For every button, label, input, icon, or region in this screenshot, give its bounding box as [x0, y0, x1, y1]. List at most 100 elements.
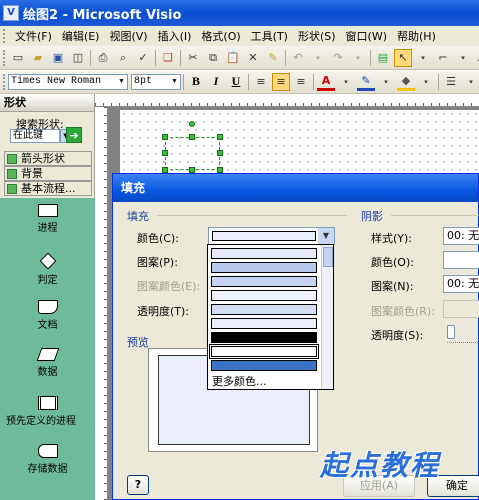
dropdown-arrow-icon[interactable]: ▾: [454, 49, 472, 67]
toolbar-grip[interactable]: [3, 29, 7, 43]
connector-tool-icon[interactable]: ⌐: [434, 49, 452, 67]
redo-icon[interactable]: ↷: [329, 49, 347, 67]
shape-process[interactable]: 进程: [0, 204, 95, 234]
toolbar-grip[interactable]: [3, 73, 5, 90]
selection-handle[interactable]: [217, 134, 223, 140]
dropdown-arrow-icon[interactable]: ▾: [309, 49, 327, 67]
dropdown-arrow-icon[interactable]: ▾: [349, 49, 367, 67]
save-icon[interactable]: ▣: [49, 49, 67, 67]
dropdown-arrow-icon[interactable]: ▾: [414, 49, 432, 67]
color-swatch[interactable]: [211, 276, 317, 287]
menu-insert[interactable]: 插入(I): [153, 28, 197, 44]
menu-view[interactable]: 视图(V): [104, 28, 152, 44]
align-right-icon[interactable]: ≡: [292, 73, 310, 91]
font-color-icon[interactable]: A: [317, 73, 335, 91]
search-scope-input[interactable]: 在此键: [10, 129, 60, 143]
copy-icon[interactable]: ⧉: [204, 49, 222, 67]
selection-handle[interactable]: [217, 150, 223, 156]
shape-document[interactable]: 文档: [0, 300, 95, 331]
bold-button[interactable]: B: [187, 73, 205, 91]
print-icon[interactable]: ⎙: [94, 49, 112, 67]
align-left-icon[interactable]: ≡: [252, 73, 270, 91]
chevron-down-icon[interactable]: ▼: [116, 75, 127, 89]
selected-color-swatch: [212, 231, 316, 241]
color-swatch[interactable]: [211, 248, 317, 259]
font-name-combo[interactable]: Times New Roman ▼: [8, 73, 128, 90]
shape-data[interactable]: 数据: [0, 348, 95, 378]
color-swatch[interactable]: [211, 262, 317, 273]
line-weight-icon[interactable]: ☰: [442, 73, 460, 91]
chevron-down-icon[interactable]: ▼: [169, 75, 180, 89]
color-swatch[interactable]: [209, 344, 319, 359]
toolbar-grip[interactable]: [3, 49, 5, 66]
stencil-icon: [7, 169, 17, 179]
stencil-label: 箭头形状: [21, 152, 65, 165]
more-colors-option[interactable]: 更多颜色...: [210, 375, 318, 388]
research-icon[interactable]: ❏: [159, 49, 177, 67]
search-go-button[interactable]: ➔: [66, 127, 82, 143]
print-preview-icon[interactable]: ⌕: [114, 49, 132, 67]
standard-toolbar: ▭ ▰ ▣ ◫ ⎙ ⌕ ✓ ❏ ✂ ⧉ 📋 ✕ ✎ ↶ ▾ ↷ ▾ ▤ ↖ ▾ …: [0, 46, 479, 70]
color-list-scrollbar[interactable]: [321, 245, 333, 389]
format-painter-icon[interactable]: ✎: [264, 49, 282, 67]
align-center-icon[interactable]: ≡: [272, 72, 290, 91]
shadow-style-dropdown[interactable]: 00: 无: [443, 227, 479, 245]
menu-window[interactable]: 窗口(W): [341, 28, 392, 44]
shapes-window-icon[interactable]: ▤: [374, 49, 392, 67]
spelling-icon[interactable]: ✓: [134, 49, 152, 67]
shadow-transparency-slider[interactable]: [447, 325, 455, 339]
shape-decision[interactable]: 判定: [0, 252, 95, 286]
selection-handle[interactable]: [162, 134, 168, 140]
dropdown-arrow-icon[interactable]: ▾: [377, 73, 395, 91]
dropdown-arrow-icon[interactable]: ▾: [337, 73, 355, 91]
fill-color-icon[interactable]: ◆: [397, 73, 415, 91]
stencil-arrows[interactable]: 箭头形状: [4, 151, 92, 166]
rotation-handle[interactable]: [189, 121, 195, 127]
stencil-basic-flowchart[interactable]: 基本流程...: [4, 181, 92, 196]
text-tool-icon[interactable]: A: [474, 49, 479, 67]
menu-file[interactable]: 文件(F): [10, 28, 57, 44]
menu-tools[interactable]: 工具(T): [246, 28, 293, 44]
permission-icon[interactable]: ◫: [69, 49, 87, 67]
menu-edit[interactable]: 编辑(E): [57, 28, 105, 44]
open-folder-icon[interactable]: ▰: [29, 49, 47, 67]
dropdown-arrow-icon[interactable]: ▾: [417, 73, 435, 91]
selected-shape[interactable]: [162, 121, 223, 173]
color-swatch[interactable]: [211, 304, 317, 315]
scrollbar-thumb[interactable]: [323, 247, 333, 267]
stencil-label: 背景: [21, 167, 43, 180]
pointer-tool-icon[interactable]: ↖: [394, 48, 412, 67]
new-document-icon[interactable]: ▭: [9, 49, 27, 67]
color-swatch[interactable]: [211, 360, 317, 371]
selection-handle[interactable]: [162, 150, 168, 156]
chevron-down-icon[interactable]: ▼: [318, 228, 334, 244]
menu-help[interactable]: 帮助(H): [392, 28, 441, 44]
shape-stored-data[interactable]: 存储数据: [0, 444, 95, 475]
shadow-pattern-color-label: 图案颜色(R):: [371, 305, 435, 318]
shape-predefined-process[interactable]: 预先定义的进程: [0, 396, 95, 427]
color-swatch[interactable]: [211, 318, 317, 329]
menu-shapes[interactable]: 形状(S): [293, 28, 341, 44]
dropdown-arrow-icon[interactable]: ▾: [462, 73, 479, 91]
menu-format[interactable]: 格式(O): [196, 28, 245, 44]
fill-color-list[interactable]: 更多颜色...: [207, 244, 334, 390]
line-color-icon[interactable]: ✎: [357, 73, 375, 91]
fill-color-dropdown[interactable]: ▼: [208, 227, 335, 245]
font-size-combo[interactable]: 8pt ▼: [131, 73, 181, 90]
help-button[interactable]: ?: [127, 475, 149, 495]
delete-icon[interactable]: ✕: [244, 49, 262, 67]
paste-icon[interactable]: 📋: [224, 49, 242, 67]
shadow-pattern-dropdown[interactable]: 00: 无: [443, 275, 479, 293]
decision-shape-icon: [39, 252, 56, 270]
selection-handle[interactable]: [189, 134, 195, 140]
watermark-logo: 起点教程: [320, 449, 441, 482]
color-swatch[interactable]: [211, 290, 317, 301]
pattern-label: 图案(P):: [137, 256, 178, 269]
color-swatch[interactable]: [211, 332, 317, 343]
underline-button[interactable]: U: [227, 73, 245, 91]
cut-icon[interactable]: ✂: [184, 49, 202, 67]
stencil-backgrounds[interactable]: 背景: [4, 166, 92, 181]
shadow-color-dropdown[interactable]: [443, 251, 479, 269]
italic-button[interactable]: I: [207, 73, 225, 91]
undo-icon[interactable]: ↶: [289, 49, 307, 67]
